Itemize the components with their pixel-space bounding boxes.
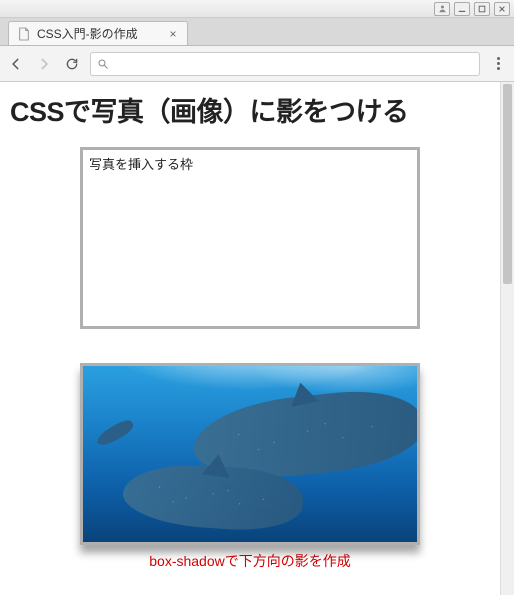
browser-viewport: CSSで写真（画像）に影をつける 写真を挿入する枠 box-shadowで下方向… xyxy=(0,82,514,595)
browser-tabstrip: CSS入門-影の作成 × xyxy=(0,18,514,46)
tab-close-button[interactable]: × xyxy=(167,28,179,40)
window-minimize-button[interactable] xyxy=(454,2,470,16)
scrollbar-thumb[interactable] xyxy=(503,84,512,284)
browser-toolbar xyxy=(0,46,514,82)
reload-button[interactable] xyxy=(62,54,82,74)
photo-caption: box-shadowで下方向の影を作成 xyxy=(10,551,490,571)
photo-placeholder-frame: 写真を挿入する枠 xyxy=(80,147,420,329)
search-icon xyxy=(97,58,109,70)
page-heading: CSSで写真（画像）に影をつける xyxy=(10,90,490,129)
window-titlebar xyxy=(0,0,514,18)
kebab-dot-icon xyxy=(497,62,500,65)
address-input[interactable] xyxy=(115,57,473,71)
photo-with-shadow xyxy=(80,363,420,545)
kebab-dot-icon xyxy=(497,67,500,70)
forward-button[interactable] xyxy=(34,54,54,74)
browser-menu-button[interactable] xyxy=(488,54,508,74)
window-user-button[interactable] xyxy=(434,2,450,16)
back-button[interactable] xyxy=(6,54,26,74)
page-content: CSSで写真（画像）に影をつける 写真を挿入する枠 box-shadowで下方向… xyxy=(0,82,500,595)
vertical-scrollbar[interactable] xyxy=(500,82,514,595)
browser-tab[interactable]: CSS入門-影の作成 × xyxy=(8,21,188,45)
address-bar[interactable] xyxy=(90,52,480,76)
tab-favicon-icon xyxy=(17,27,31,41)
window-close-button[interactable] xyxy=(494,2,510,16)
kebab-dot-icon xyxy=(497,57,500,60)
window-maximize-button[interactable] xyxy=(474,2,490,16)
frame-label: 写真を挿入する枠 xyxy=(89,157,193,172)
tab-title: CSS入門-影の作成 xyxy=(37,25,161,42)
